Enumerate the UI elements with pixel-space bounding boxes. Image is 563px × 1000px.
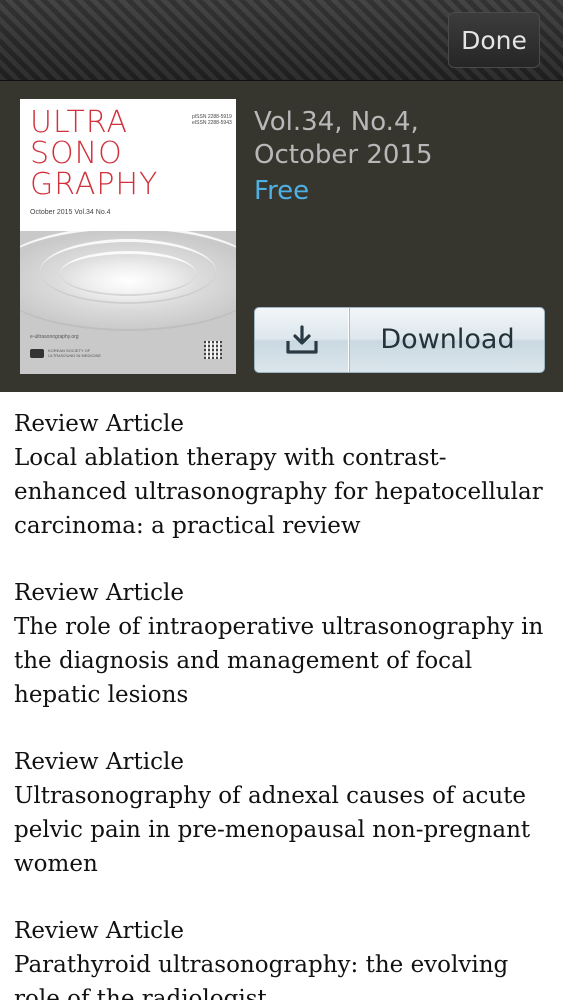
cover-society-line: ULTRASOUND IN MEDICINE	[48, 353, 102, 358]
list-item[interactable]: Review Article Local ablation therapy wi…	[14, 407, 549, 543]
issue-date: October 2015	[254, 140, 433, 170]
list-item[interactable]: Review Article Ultrasonography of adnexa…	[14, 745, 549, 881]
cover-subtitle: October 2015 Vol.34 No.4	[30, 209, 111, 216]
article-type: Review Article	[14, 749, 184, 775]
navigation-bar: Done	[0, 0, 563, 81]
cover-title-line: ULTRA	[30, 105, 129, 140]
download-button[interactable]: Download	[254, 307, 545, 373]
article-list: Review Article Local ablation therapy wi…	[0, 392, 563, 1000]
cover-image: ULTRA SONO GRAPHY pISSN 2288-5919 eISSN …	[20, 99, 236, 374]
cover-title: ULTRA SONO GRAPHY	[30, 107, 158, 200]
download-label: Download	[380, 324, 515, 355]
article-type: Review Article	[14, 918, 184, 944]
society-logo-icon	[30, 349, 44, 358]
issue-info: Vol.34, No.4, October 2015	[254, 106, 432, 172]
cover-ring	[20, 226, 236, 331]
article-title: Parathyroid ultrasonography: the evolvin…	[14, 952, 509, 1000]
done-button[interactable]: Done	[448, 12, 540, 68]
article-title: Ultrasonography of adnexal causes of acu…	[14, 783, 531, 877]
issue-header: ULTRA SONO GRAPHY pISSN 2288-5919 eISSN …	[0, 81, 563, 392]
article-title: Local ablation therapy with contrast-enh…	[14, 445, 543, 539]
issue-price: Free	[254, 176, 310, 206]
list-item[interactable]: Review Article The role of intraoperativ…	[14, 576, 549, 712]
article-type: Review Article	[14, 580, 184, 606]
list-item[interactable]: Review Article Parathyroid ultrasonograp…	[14, 914, 549, 1000]
cover-title-line: SONO	[30, 136, 123, 171]
download-icon-cell	[255, 308, 350, 372]
issue-volume: Vol.34, No.4,	[254, 107, 419, 137]
cover-society: KOREAN SOCIETY OF ULTRASOUND IN MEDICINE	[48, 348, 101, 358]
article-title: The role of intraoperative ultrasonograp…	[14, 614, 544, 708]
cover-issn: pISSN 2288-5919 eISSN 2288-5943	[192, 114, 232, 126]
cover-title-line: GRAPHY	[30, 167, 159, 202]
cover-issn-line: eISSN 2288-5943	[192, 120, 232, 126]
download-tray-icon	[286, 325, 318, 354]
cover-url: e-ultrasonography.org	[30, 334, 79, 340]
qr-code-icon	[204, 341, 222, 359]
article-type: Review Article	[14, 411, 184, 437]
